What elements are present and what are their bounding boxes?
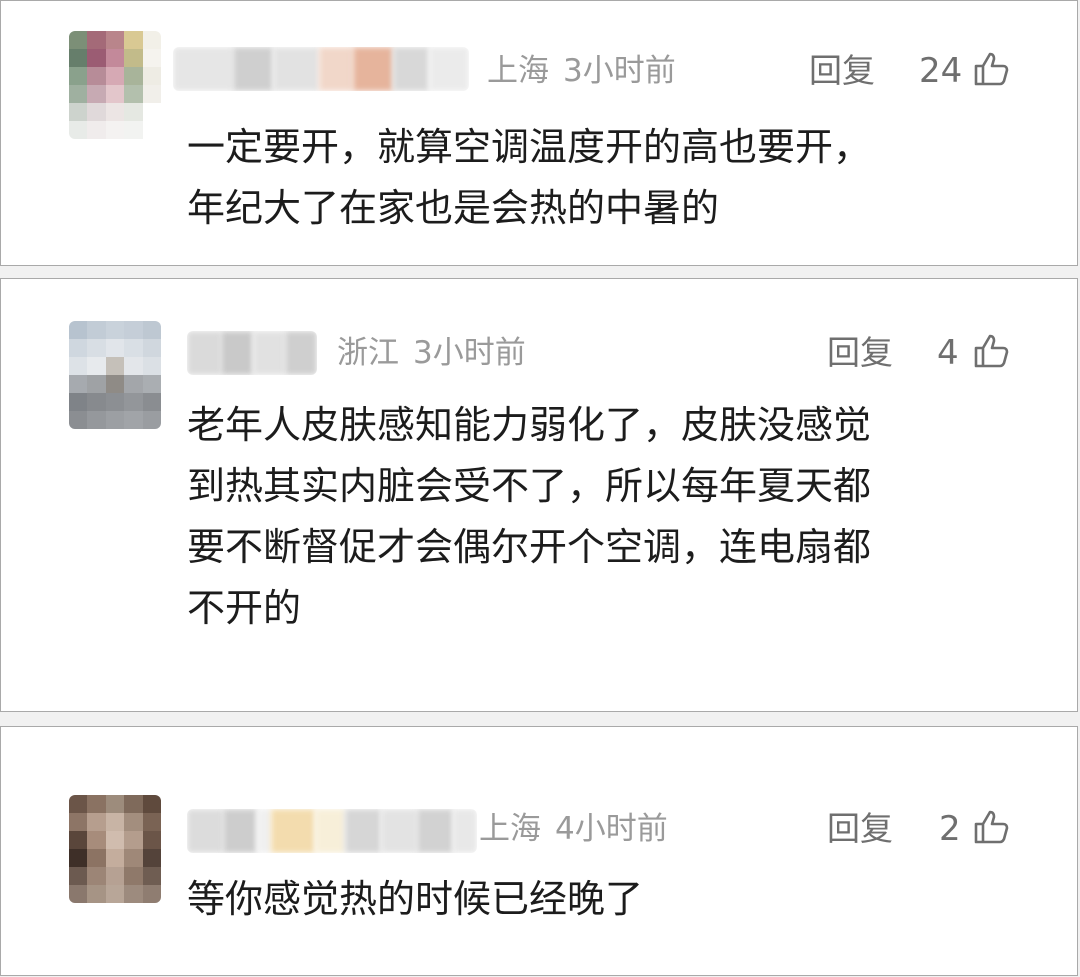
reply-button[interactable]: 回复 <box>809 51 875 91</box>
comment-list: 上海 3小时前 回复 24 一定要开，就算空调温度开的高也要开， 年纪大了在家也是… <box>0 0 1080 977</box>
location: 上海 <box>479 811 541 847</box>
like-count: 2 <box>939 809 961 849</box>
comment-line: 到热其实内脏会受不了，所以每年夏天都 <box>187 464 872 508</box>
avatar[interactable] <box>69 31 161 139</box>
comment-line: 年纪大了在家也是会热的中暑的 <box>187 186 720 230</box>
timestamp: 4小时前 <box>555 811 668 847</box>
username[interactable] <box>187 331 317 375</box>
comment-text: 老年人皮肤感知能力弱化了，皮肤没感觉 到热其实内脏会受不了，所以每年夏天都 要不… <box>187 395 871 639</box>
comment-line: 要不断督促才会偶尔开个空调，连电扇都 <box>187 525 872 569</box>
avatar[interactable] <box>69 795 161 903</box>
thumbs-up-icon[interactable] <box>973 809 1009 845</box>
comment-meta: 上海 4小时前 <box>479 809 668 849</box>
like-count: 4 <box>937 333 959 373</box>
reply-button[interactable]: 回复 <box>827 809 893 849</box>
comment-meta: 浙江 3小时前 <box>337 333 526 373</box>
reply-button[interactable]: 回复 <box>827 333 893 373</box>
comment-line: 不开的 <box>187 586 302 630</box>
location: 浙江 <box>337 335 399 371</box>
comment-card: 上海 4小时前 回复 2 等你感觉热的时候已经晚了 <box>0 726 1078 976</box>
comment-text: 等你感觉热的时候已经晚了 <box>187 869 643 930</box>
username[interactable] <box>173 47 469 91</box>
comment-meta: 上海 3小时前 <box>487 51 676 91</box>
comment-card: 上海 3小时前 回复 24 一定要开，就算空调温度开的高也要开， 年纪大了在家也是… <box>0 0 1078 266</box>
timestamp: 3小时前 <box>413 335 526 371</box>
comment-line: 等你感觉热的时候已经晚了 <box>187 877 644 921</box>
thumbs-up-icon[interactable] <box>973 333 1009 369</box>
like-count: 24 <box>919 51 963 91</box>
comment-line: 老年人皮肤感知能力弱化了，皮肤没感觉 <box>187 403 872 447</box>
timestamp: 3小时前 <box>563 53 676 89</box>
comment-text: 一定要开，就算空调温度开的高也要开， 年纪大了在家也是会热的中暑的 <box>187 117 871 239</box>
avatar[interactable] <box>69 321 161 429</box>
username[interactable] <box>187 809 477 853</box>
thumbs-up-icon[interactable] <box>973 51 1009 87</box>
location: 上海 <box>487 53 549 89</box>
comment-card: 浙江 3小时前 回复 4 老年人皮肤感知能力弱化了，皮肤没感觉 到热其实内脏会受不… <box>0 278 1078 712</box>
comment-line: 一定要开，就算空调温度开的高也要开， <box>187 125 872 169</box>
